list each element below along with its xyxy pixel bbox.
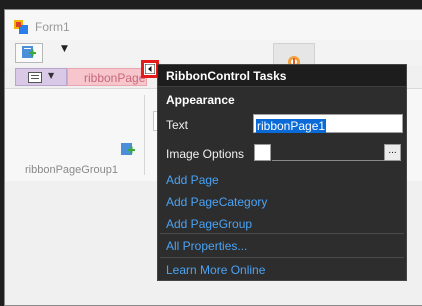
section-appearance: Appearance (166, 93, 235, 107)
qat-add-button[interactable] (15, 43, 43, 63)
document-icon (28, 72, 42, 83)
all-properties-link[interactable]: All Properties... (166, 239, 247, 253)
add-item-icon (22, 46, 36, 58)
quick-access-toolbar: ▼ (5, 40, 422, 66)
ribbon-tasks-popup: RibbonControl Tasks Appearance Text ribb… (157, 64, 407, 281)
image-options-field (272, 160, 384, 161)
text-label: Text (166, 118, 189, 132)
chevron-left-icon (145, 64, 155, 74)
add-page-group-link[interactable]: Add PageGroup (166, 217, 252, 231)
group-separator (144, 95, 145, 175)
text-field[interactable]: ribbonPage1 (253, 114, 403, 133)
tab-ribbon-page[interactable]: ribbonPage (67, 68, 147, 86)
qat-customize-dropdown[interactable]: ▼ (61, 44, 68, 54)
ribbon-group-label: ribbonPageGroup1 (25, 164, 118, 176)
learn-more-link[interactable]: Learn More Online (166, 263, 265, 277)
text-field-value: ribbonPage1 (256, 119, 327, 133)
chevron-down-icon: ▼ (48, 71, 55, 80)
add-page-link[interactable]: Add Page (166, 173, 219, 187)
image-preview[interactable] (254, 144, 271, 161)
window-title: Form1 (35, 20, 70, 34)
browse-button[interactable]: ... (384, 144, 401, 161)
divider (160, 257, 404, 258)
popup-header: RibbonControl Tasks (158, 65, 406, 87)
image-options-label: Image Options (166, 147, 245, 161)
title-bar: Form1 (5, 10, 422, 40)
divider (160, 233, 404, 234)
popup-title: RibbonControl Tasks (166, 69, 287, 83)
application-menu-button[interactable]: ▼ (15, 68, 67, 86)
form-icon (14, 20, 28, 34)
add-item-icon[interactable] (121, 143, 135, 157)
add-page-category-link[interactable]: Add PageCategory (166, 195, 267, 209)
